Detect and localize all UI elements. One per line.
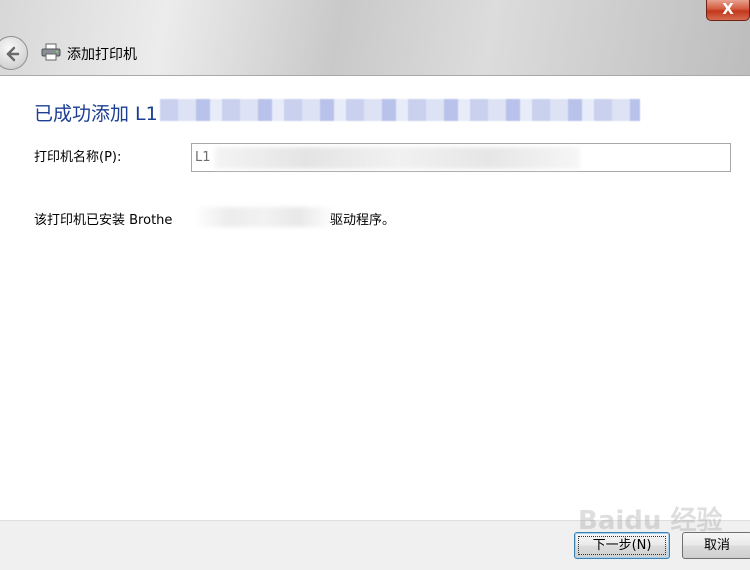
redacted-input-region [215,147,580,169]
content-area: 已成功添加 L1 打印机名称(P): 该打印机已安装 Brothe 驱动程序。 [0,77,750,520]
focus-rect [578,536,666,555]
title-bar: X 添加打印机 [0,0,750,76]
printer-name-label: 打印机名称(P): [34,150,122,165]
back-button[interactable] [0,36,28,70]
close-button[interactable]: X [706,0,750,21]
redacted-region [160,99,640,121]
button-bar: 下一步(N) 取消 [0,520,750,570]
redacted-driver-region [194,207,334,227]
dialog-title: 添加打印机 [67,47,137,63]
success-heading: 已成功添加 L1 [34,103,158,125]
driver-message-suffix: 驱动程序。 [330,213,396,228]
printer-icon [41,43,61,61]
next-button[interactable]: 下一步(N) [574,532,670,559]
driver-message: 该打印机已安装 Brothe [34,213,173,228]
back-arrow-icon [6,46,20,62]
cancel-button[interactable]: 取消 [682,532,750,559]
